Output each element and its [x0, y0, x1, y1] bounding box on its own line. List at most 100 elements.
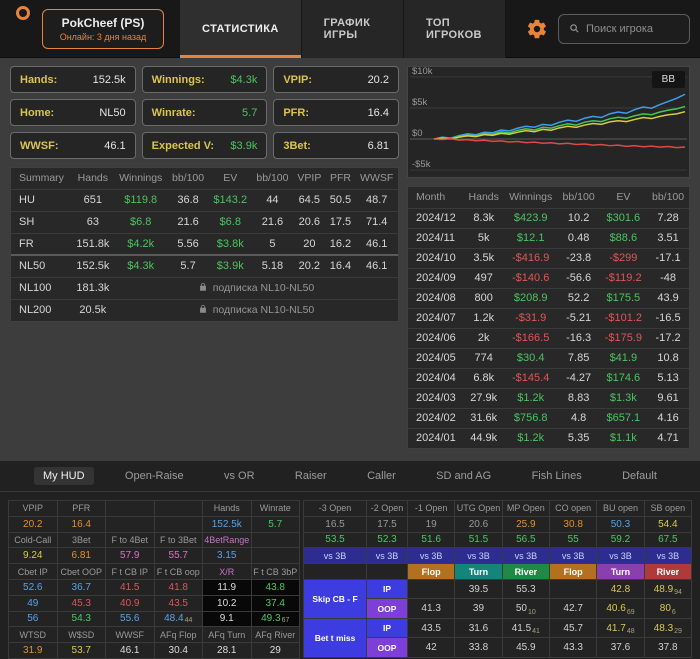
- cell: 2024/03: [408, 387, 464, 408]
- hud-cell-43-8: 43.8: [251, 579, 299, 595]
- cell: -17.1: [647, 247, 689, 268]
- locked-row: NL100 181.3k подписка NL10-NL50: [11, 276, 398, 299]
- cell: $4.2k: [114, 232, 168, 255]
- cell: 46.1: [355, 254, 398, 277]
- summary-table-wrap: Summary Hands Winnings bb/100 EV bb/100 VPIP PF…: [11, 168, 398, 321]
- col-ev: EV: [223, 172, 238, 185]
- hud-tab-raiser[interactable]: Raiser: [286, 467, 336, 485]
- hud-cell-cbet-oop: Cbet OOP: [57, 564, 105, 579]
- monthly-table: Month Hands Winnings bb/100 EV bb/100 2024/12 8…: [408, 187, 689, 448]
- hud-tab-fish-lines[interactable]: Fish Lines: [523, 467, 591, 485]
- hud-tab-open-raise[interactable]: Open-Raise: [116, 467, 193, 485]
- hud-tab-default[interactable]: Default: [613, 467, 666, 485]
- stat-box-home: Home: NL50: [10, 99, 136, 126]
- cell: -$119.2: [599, 267, 648, 288]
- tab-статистика[interactable]: СТАТИСТИКА: [180, 0, 302, 58]
- hud-cell-afq-flop: AFq Flop: [154, 627, 202, 643]
- hud-cell-37-6: 37.6: [597, 638, 644, 657]
- table-row: 2024/12 8.3k $423.9 10.2 $301.6 7.28: [408, 207, 689, 228]
- player-info-box[interactable]: PokCheef (PS) Онлайн: 3 дня назад: [42, 8, 164, 49]
- cell: -23.8: [557, 247, 600, 268]
- hud-tab-caller[interactable]: Caller: [358, 467, 405, 485]
- cell: $3.8k: [208, 232, 252, 255]
- col-month: Month: [416, 191, 446, 204]
- stat-value: $3.9k: [230, 139, 258, 152]
- hud-tab-vs-or[interactable]: vs OR: [215, 467, 264, 485]
- cell: 3.5k: [463, 247, 504, 268]
- hud-cell-co-open: CO open: [549, 501, 597, 516]
- summary-table: Summary Hands Winnings bb/100 EV bb/100 VPIP PF…: [11, 168, 398, 321]
- hud-cell-53-7: 53.7: [57, 643, 105, 658]
- hud-tab-my-hud[interactable]: My HUD: [34, 467, 94, 485]
- hud-cell-45-7: 45.7: [549, 618, 597, 638]
- cell: 2024/06: [408, 327, 464, 348]
- hud-cell-f-to-3bet: F to 3Bet: [154, 532, 202, 548]
- cell: $1.1k: [599, 427, 648, 448]
- cell: 16.4: [325, 254, 356, 277]
- hud-cell-31-6: 31.6: [455, 618, 502, 638]
- hud-section: My HUD Open-Raise vs OR Raiser Caller SD and …: [0, 461, 700, 659]
- cell: $41.9: [599, 347, 648, 368]
- cell: 20: [293, 232, 326, 255]
- hud-cell-56-5: 56.5: [502, 532, 549, 548]
- cell: NL100: [11, 276, 72, 299]
- hud-cell-28-1: 28.1: [203, 643, 251, 658]
- cell: -$175.9: [599, 327, 648, 348]
- hud-cell-19: 19: [408, 516, 455, 532]
- col-bb-100: bb/100: [562, 191, 595, 204]
- hud-cell-57-9: 57.9: [106, 548, 154, 564]
- col-winnings: Winnings: [509, 191, 553, 204]
- cell: 20.2: [293, 254, 326, 277]
- hud-cell-55-7: 55.7: [154, 548, 202, 564]
- cell: -4.27: [557, 367, 600, 388]
- stat-value: 5.7: [242, 106, 258, 119]
- hud-cell-43-5: 43.5: [154, 595, 202, 611]
- settings-gear-icon[interactable]: [526, 18, 548, 40]
- table-row: FR 151.8k $4.2k 5.56 $3.8k 5 20 16.2 46.1: [11, 232, 398, 255]
- col-bb-100: bb/100: [256, 172, 289, 185]
- hud-cell-vs-3b: vs 3B: [549, 548, 597, 564]
- cell: -$299: [599, 247, 648, 268]
- search-input[interactable]: [585, 22, 679, 35]
- cell: 10.2: [557, 207, 600, 228]
- cell: -$101.2: [599, 307, 648, 328]
- cell: -56.6: [557, 267, 600, 288]
- tab-график-игры[interactable]: ГРАФИК ИГРЫ: [301, 0, 404, 58]
- hud-cell-vs-3b: vs 3B: [597, 548, 644, 564]
- app-logo[interactable]: [16, 6, 30, 20]
- hud-cell-41-8: 41.8: [154, 579, 202, 595]
- hud-cell-vs-3b: vs 3B: [304, 548, 366, 564]
- hud-cell-oop: OOP: [367, 599, 407, 618]
- hud-cell-3-15: 3.15: [203, 548, 251, 564]
- summary-panel: Summary Hands Winnings bb/100 EV bb/100 VPIP PF…: [10, 167, 399, 322]
- table-row: 2024/01 44.9k $1.2k 5.35 $1.1k 4.71: [408, 427, 689, 448]
- cell: 21.6: [167, 210, 209, 233]
- cell: 2024/08: [408, 287, 464, 308]
- chart-ytick-label: $5k: [412, 97, 428, 108]
- search-icon: [570, 24, 579, 33]
- tab-топ-игроков[interactable]: ТОП ИГРОКОВ: [404, 0, 506, 58]
- cell: -$31.9: [503, 307, 558, 328]
- cell: 4.16: [647, 407, 689, 428]
- hud-cell-20-6: 20.6: [455, 516, 502, 532]
- hud-cell-empty: [154, 516, 202, 532]
- cell: 71.4: [355, 210, 398, 233]
- hud-cell-30-4: 30.4: [154, 643, 202, 658]
- hud-cell-9-24: 9.24: [9, 548, 57, 564]
- cell: $174.6: [599, 367, 648, 388]
- chart-series-red-line: [433, 137, 686, 149]
- cell: 5: [251, 232, 294, 255]
- chart-currency-toggle[interactable]: BB: [651, 71, 685, 88]
- cell: $175.5: [599, 287, 648, 308]
- locked-row: NL200 20.5k подписка NL10-NL50: [11, 298, 398, 321]
- hud-cell-oop: OOP: [367, 638, 407, 657]
- hud-tab-sd-and-ag[interactable]: SD and AG: [427, 467, 500, 485]
- cell: $4.3k: [114, 254, 168, 277]
- search-box[interactable]: [557, 13, 690, 44]
- cell: $657.1: [599, 407, 648, 428]
- cell: 2k: [463, 327, 504, 348]
- cell: SH: [11, 210, 72, 233]
- cell: $1.2k: [503, 387, 558, 408]
- cell: $756.8: [503, 407, 558, 428]
- hud-cell-55-6: 55.6: [106, 611, 154, 627]
